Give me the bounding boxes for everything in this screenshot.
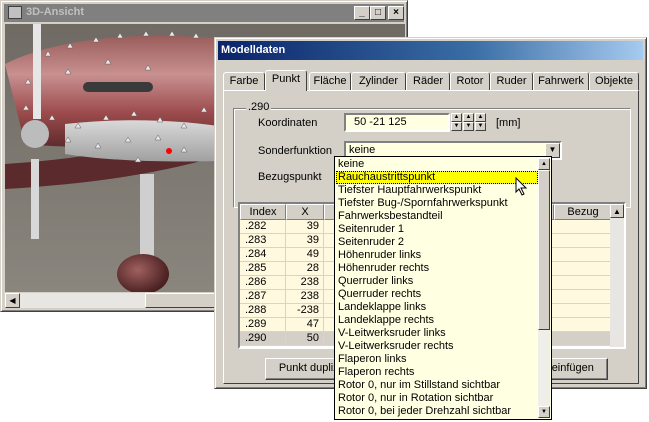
dropdown-option[interactable]: V-Leitwerksruder rechts xyxy=(336,340,538,353)
dropdown-option[interactable]: Landeklappe rechts xyxy=(336,314,538,327)
dropdown-option[interactable]: Flaperon links xyxy=(336,353,538,366)
minimize-button[interactable]: _ xyxy=(354,6,370,20)
dropdown-option[interactable]: Rotor 0, nur im Stillstand sichtbar xyxy=(336,379,538,392)
tab-rotor[interactable]: Rotor xyxy=(450,72,490,90)
dropdown-scroll-up-icon[interactable]: ▲ xyxy=(538,158,550,170)
mouse-pointer-icon xyxy=(515,177,528,196)
dropdown-option-highlighted[interactable]: Rauchaustrittspunkt xyxy=(336,171,538,184)
tab-raeder[interactable]: Räder xyxy=(406,72,450,90)
dropdown-option[interactable]: Seitenruder 2 xyxy=(336,236,538,249)
dropdown-scrollbar[interactable]: ▲ ▼ xyxy=(538,158,550,418)
dialog-titlebar[interactable]: Modelldaten xyxy=(218,41,643,60)
3d-window-titlebar[interactable]: 3D-Ansicht _ □ × xyxy=(4,4,404,22)
tab-objekte[interactable]: Objekte xyxy=(589,72,639,90)
spin-down-2-icon[interactable]: ▼ xyxy=(463,122,474,131)
window-system-icon[interactable] xyxy=(8,6,22,19)
scroll-up-arrow-icon[interactable]: ▲ xyxy=(610,204,624,218)
spin-down-3-icon[interactable]: ▼ xyxy=(475,122,486,131)
dialog-title: Modelldaten xyxy=(221,44,286,56)
dropdown-option[interactable]: Rotor 0, nur in Rotation sichtbar xyxy=(336,392,538,405)
tab-fahrwerk[interactable]: Fahrwerk xyxy=(533,72,589,90)
spin-up-1-icon[interactable]: ▲ xyxy=(451,113,462,122)
dropdown-option[interactable]: Tiefster Hauptfahrwerkspunkt xyxy=(336,184,538,197)
spin-down-1-icon[interactable]: ▼ xyxy=(451,122,462,131)
dropdown-option[interactable]: Rotor 0, bei jeder Drehzahl sichtbar xyxy=(336,405,538,418)
column-header-x[interactable]: X xyxy=(286,204,324,220)
dropdown-option[interactable]: Landeklappe links xyxy=(336,301,538,314)
koordinaten-field[interactable]: 50 -21 125 xyxy=(344,113,450,132)
koordinaten-label: Koordinaten xyxy=(258,117,318,129)
tab-flaeche[interactable]: Fläche xyxy=(309,72,351,90)
dropdown-option[interactable]: Höhenruder links xyxy=(336,249,538,262)
spin-up-2-icon[interactable]: ▲ xyxy=(463,113,474,122)
unit-label: [mm] xyxy=(496,117,521,129)
dropdown-scroll-down-icon[interactable]: ▼ xyxy=(538,406,550,418)
maximize-button[interactable]: □ xyxy=(370,6,386,20)
column-header-index[interactable]: Index xyxy=(240,204,286,220)
dropdown-option[interactable]: keine xyxy=(336,158,538,171)
bezugspunkt-label: Bezugspunkt xyxy=(258,171,322,183)
dropdown-option[interactable]: Flaperon rechts xyxy=(336,366,538,379)
dropdown-option[interactable]: Querruder links xyxy=(336,275,538,288)
sonderfunktion-label: Sonderfunktion xyxy=(258,145,332,157)
dropdown-option[interactable]: V-Leitwerksruder links xyxy=(336,327,538,340)
3d-window-title: 3D-Ansicht xyxy=(26,6,85,18)
close-button[interactable]: × xyxy=(388,6,404,20)
column-header-bezug[interactable]: Bezug xyxy=(554,204,612,220)
table-vertical-scrollbar[interactable]: ▲ xyxy=(610,204,624,347)
scroll-thumb[interactable] xyxy=(145,293,215,308)
tab-farbe[interactable]: Farbe xyxy=(223,72,265,90)
group-label: .290 xyxy=(246,101,272,113)
spin-up-3-icon[interactable]: ▲ xyxy=(475,113,486,122)
dropdown-option[interactable]: Höhenruder rechts xyxy=(336,262,538,275)
dropdown-option[interactable]: Seitenruder 1 xyxy=(336,223,538,236)
dropdown-scroll-thumb[interactable] xyxy=(538,170,550,330)
dropdown-option[interactable]: Tiefster Bug-/Spornfahrwerkspunkt xyxy=(336,197,538,210)
tab-zylinder[interactable]: Zylinder xyxy=(351,72,406,90)
tab-punkt[interactable]: Punkt xyxy=(265,70,307,91)
dropdown-option[interactable]: Fahrwerksbestandteil xyxy=(336,210,538,223)
dropdown-option[interactable]: Querruder rechts xyxy=(336,288,538,301)
tab-ruder[interactable]: Ruder xyxy=(490,72,533,90)
scroll-left-arrow-icon[interactable]: ◀ xyxy=(5,293,20,308)
